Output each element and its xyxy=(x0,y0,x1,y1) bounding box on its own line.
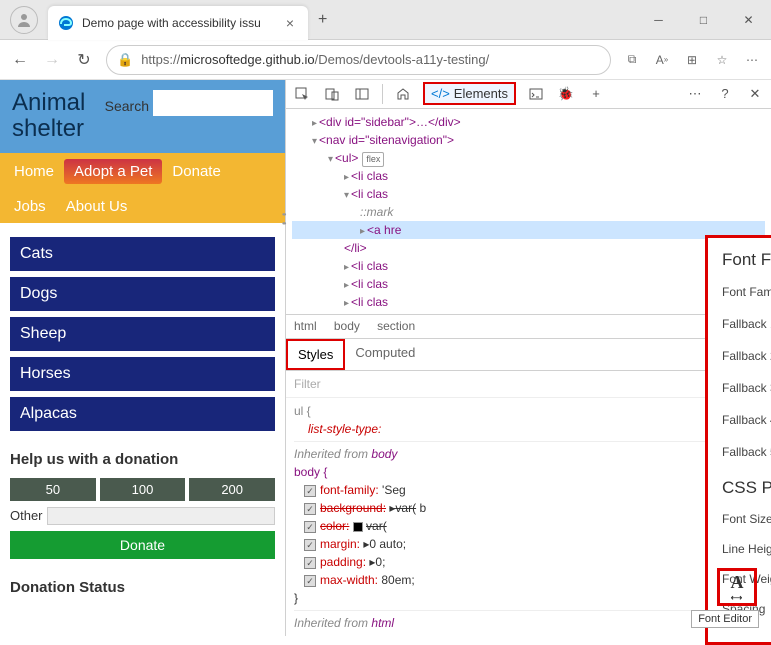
profile-avatar[interactable] xyxy=(10,6,38,34)
back-button[interactable]: ← xyxy=(10,50,30,70)
close-window-button[interactable]: ✕ xyxy=(726,5,771,35)
code-icon: </> xyxy=(431,86,450,101)
window-titlebar: Demo page with accessibility issu × + ─ … xyxy=(0,0,771,40)
styles-filter[interactable]: Filter xyxy=(286,371,771,398)
nav-home[interactable]: Home xyxy=(4,159,64,184)
page-preview: Animal shelter Search Home Adopt a Pet D… xyxy=(0,80,285,636)
menu-icon[interactable]: ⋯ xyxy=(743,51,761,69)
more-icon[interactable]: ⋯ xyxy=(685,84,705,104)
category-dogs[interactable]: Dogs xyxy=(10,277,275,311)
donation-status-heading: Donation Status xyxy=(10,579,275,596)
donate-50[interactable]: 50 xyxy=(10,478,96,501)
nav-about[interactable]: About Us xyxy=(56,194,138,219)
read-aloud-icon[interactable]: A» xyxy=(653,51,671,69)
flex-badge[interactable]: flex xyxy=(362,152,384,168)
category-horses[interactable]: Horses xyxy=(10,357,275,391)
tab-computed[interactable]: Computed xyxy=(345,339,425,370)
console-icon[interactable] xyxy=(526,84,546,104)
tab-styles[interactable]: Styles xyxy=(286,339,345,370)
url-input[interactable]: 🔒 https://microsoftedge.github.io/Demos/… xyxy=(106,45,611,75)
category-cats[interactable]: Cats xyxy=(10,237,275,271)
new-tab-button[interactable]: + xyxy=(308,11,337,29)
font-editor-button[interactable]: A⟷ xyxy=(717,568,757,606)
tab-title: Demo page with accessibility issu xyxy=(82,16,282,30)
devtools-panel: •••••• </> Elements 🐞 + ⋯ ? ✕ <div id="s… xyxy=(285,80,771,636)
add-tab-icon[interactable]: + xyxy=(586,84,606,104)
css-rules[interactable]: ul { list-style-type: Inherited from bod… xyxy=(286,398,771,636)
nav-adopt[interactable]: Adopt a Pet xyxy=(64,159,162,184)
panel-icon[interactable] xyxy=(352,84,372,104)
search-label: Search xyxy=(105,98,149,114)
inspect-icon[interactable] xyxy=(292,84,312,104)
favorite-icon[interactable]: ☆ xyxy=(713,51,731,69)
donation-heading: Help us with a donation xyxy=(10,451,275,468)
close-devtools-icon[interactable]: ✕ xyxy=(745,84,765,104)
dom-tree[interactable]: <div id="sidebar">…</div> <nav id="siten… xyxy=(286,109,771,314)
help-icon[interactable]: ? xyxy=(715,84,735,104)
refresh-button[interactable]: ↻ xyxy=(74,50,94,70)
device-icon[interactable] xyxy=(322,84,342,104)
close-icon[interactable]: × xyxy=(282,15,298,31)
forward-button: → xyxy=(42,50,62,70)
category-sheep[interactable]: Sheep xyxy=(10,317,275,351)
font-editor-tooltip: Font Editor xyxy=(691,610,759,628)
styles-pane-tabs: Styles Computed xyxy=(286,338,771,371)
css-properties-heading: CSS Properties xyxy=(722,478,771,498)
edge-icon xyxy=(58,15,74,31)
other-label: Other xyxy=(10,508,43,523)
nav-donate[interactable]: Donate xyxy=(162,159,230,184)
donate-button[interactable]: Donate xyxy=(10,531,275,559)
font-family-heading: Font Family xyxy=(722,250,771,270)
address-bar: ← → ↻ 🔒 https://microsoftedge.github.io/… xyxy=(0,40,771,80)
collections-icon[interactable]: ⊞ xyxy=(683,51,701,69)
tab-elements[interactable]: </> Elements xyxy=(423,82,516,105)
drag-handle-icon[interactable]: •••••• xyxy=(282,210,294,226)
minimize-button[interactable]: ─ xyxy=(636,5,681,35)
bug-icon[interactable]: 🐞 xyxy=(556,84,576,104)
tab-actions-icon[interactable]: ⧉ xyxy=(623,51,641,69)
main-nav: Home Adopt a Pet Donate xyxy=(0,153,285,191)
nav-jobs[interactable]: Jobs xyxy=(4,194,56,219)
donate-100[interactable]: 100 xyxy=(100,478,186,501)
devtools-toolbar: </> Elements 🐞 + ⋯ ? ✕ xyxy=(286,80,771,109)
other-amount-input[interactable] xyxy=(47,507,275,525)
lock-icon: 🔒 xyxy=(117,52,133,68)
browser-tab[interactable]: Demo page with accessibility issu × xyxy=(48,6,308,40)
dom-breadcrumb[interactable]: html body section xyxy=(286,314,771,338)
category-alpacas[interactable]: Alpacas xyxy=(10,397,275,431)
donate-200[interactable]: 200 xyxy=(189,478,275,501)
search-input[interactable] xyxy=(153,90,273,116)
welcome-icon[interactable] xyxy=(393,84,413,104)
maximize-button[interactable]: □ xyxy=(681,5,726,35)
site-title: Animal shelter xyxy=(12,90,105,143)
